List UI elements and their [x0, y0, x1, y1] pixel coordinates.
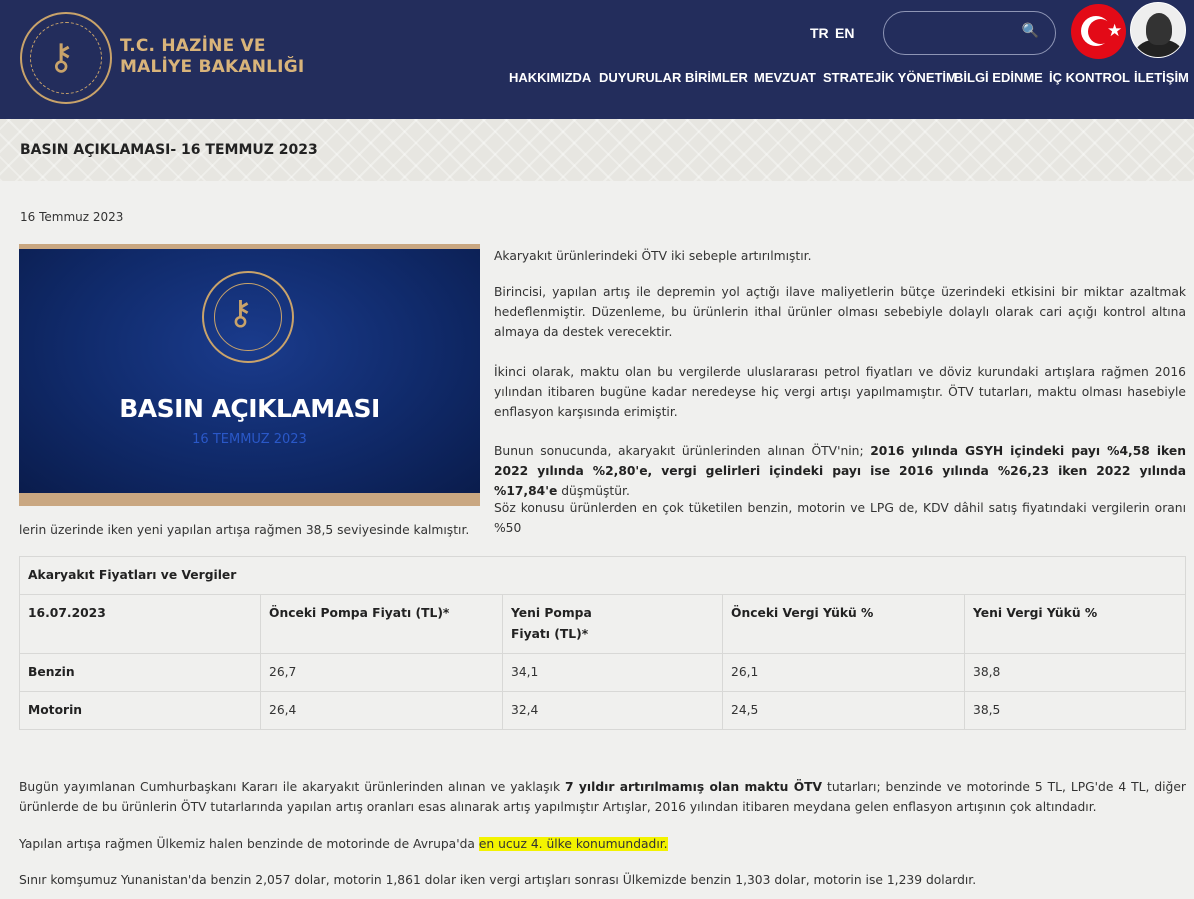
search-icon[interactable]: 🔍	[1022, 23, 1039, 39]
nav-mevzuat[interactable]: MEVZUAT	[754, 70, 816, 85]
publish-date: 16 Temmuz 2023	[20, 210, 124, 224]
table-caption-row: Akaryakıt Fiyatları ve Vergiler	[19, 556, 1186, 595]
p7-text-pre: Yapılan artışa rağmen Ülkemiz halen benz…	[19, 837, 479, 851]
table-cell: 26,7	[260, 653, 503, 692]
nav-bilgi-edinme[interactable]: BİLGİ EDİNME	[954, 70, 1043, 85]
table-header-cell: Önceki Pompa Fiyatı (TL)*	[260, 594, 503, 654]
crossed-keys-icon: ⚷	[48, 37, 75, 78]
press-release-image: ⚷ BASIN AÇIKLAMASI 16 TEMMUZ 2023	[19, 244, 480, 506]
lang-tr-link[interactable]: TR	[810, 25, 829, 41]
paragraph-4: Bunun sonucunda, akaryakıt ürünlerinden …	[494, 441, 1186, 501]
nav-iletisim[interactable]: İLETİŞİM	[1134, 70, 1189, 85]
paragraph-2: Birincisi, yapılan artış ile depremin yo…	[494, 285, 1186, 339]
brand-line-2: MALİYE BAKANLIĞI	[120, 57, 305, 77]
nav-birimler[interactable]: BİRİMLER	[685, 70, 748, 85]
table-header-cell: 16.07.2023	[19, 594, 261, 654]
turkish-flag-icon[interactable]: ★	[1071, 4, 1126, 59]
paragraph-3: İkinci olarak, maktu olan bu vergilerde …	[494, 365, 1186, 419]
ministry-emblem-icon: ⚷	[202, 271, 294, 363]
table-header-cell: Yeni Pompa Fiyatı (TL)*	[502, 594, 723, 654]
table-cell: Motorin	[19, 691, 261, 730]
paragraph-5-line-2: lerin üzerinde iken yeni yapılan artışa …	[19, 523, 470, 537]
press-image-title: BASIN AÇIKLAMASI	[119, 394, 380, 423]
p4-text-pre: Bunun sonucunda, akaryakıt ürünlerinden …	[494, 444, 871, 458]
fuel-prices-table: Akaryakıt Fiyatları ve Vergiler 16.07.20…	[19, 556, 1186, 730]
ministry-logo-icon[interactable]: ⚷	[20, 12, 112, 104]
p6-text-bold: 7 yıldır artırılmamış olan maktu ÖTV	[565, 780, 823, 794]
highlighted-text: en ucuz 4. ülke konumundadır.	[478, 837, 668, 851]
flag-star: ★	[1107, 21, 1123, 41]
title-band: BASIN AÇIKLAMASI- 16 TEMMUZ 2023	[0, 119, 1194, 181]
table-cell: 26,4	[260, 691, 503, 730]
paragraph-6: Bugün yayımlanan Cumhurbaşkanı Kararı il…	[19, 777, 1186, 817]
table-row: Benzin 26,7 34,1 26,1 38,8	[19, 653, 1186, 692]
emblem-keys-icon: ⚷	[228, 293, 253, 333]
paragraph-8: Sınır komşumuz Yunanistan'da benzin 2,05…	[19, 873, 977, 887]
p6-text-pre: Bugün yayımlanan Cumhurbaşkanı Kararı il…	[19, 780, 566, 794]
portrait-face	[1146, 13, 1172, 45]
table-cell: 38,8	[964, 653, 1186, 692]
table-cell: 32,4	[502, 691, 723, 730]
brand-line-1: T.C. HAZİNE VE	[120, 36, 266, 56]
table-header-cell: Önceki Vergi Yükü %	[722, 594, 965, 654]
paragraph-1: Akaryakıt ürünlerindeki ÖTV iki sebeple …	[494, 249, 812, 263]
nav-duyurular[interactable]: DUYURULAR	[599, 70, 681, 85]
press-image-date: 16 TEMMUZ 2023	[192, 432, 307, 447]
table-cell: 34,1	[502, 653, 723, 692]
table-header-cell: Yeni Vergi Yükü %	[964, 594, 1186, 654]
lang-en-link[interactable]: EN	[835, 25, 854, 41]
nav-ic-kontrol[interactable]: İÇ KONTROL	[1049, 70, 1130, 85]
press-image-bg: ⚷ BASIN AÇIKLAMASI 16 TEMMUZ 2023	[19, 249, 480, 493]
table-row: Motorin 26,4 32,4 24,5 38,5	[19, 691, 1186, 730]
site-header: ⚷ T.C. HAZİNE VE MALİYE BAKANLIĞI TR EN …	[0, 0, 1194, 119]
table-header-row: 16.07.2023 Önceki Pompa Fiyatı (TL)* Yen…	[19, 594, 1186, 654]
nav-hakkimizda[interactable]: HAKKIMIZDA	[509, 70, 591, 85]
p4-text-post: düşmüştür.	[557, 484, 630, 498]
search-input[interactable]: 🔍	[883, 11, 1056, 55]
table-cell: 38,5	[964, 691, 1186, 730]
nav-stratejik-yonetim[interactable]: STRATEJİK YÖNETİM	[823, 70, 957, 85]
page-title: BASIN AÇIKLAMASI- 16 TEMMUZ 2023	[20, 142, 318, 158]
table-caption: Akaryakıt Fiyatları ve Vergiler	[19, 556, 1186, 595]
ataturk-portrait-icon[interactable]	[1130, 2, 1186, 58]
table-cell: 24,5	[722, 691, 965, 730]
paragraph-7: Yapılan artışa rağmen Ülkemiz halen benz…	[19, 834, 1186, 854]
table-cell: 26,1	[722, 653, 965, 692]
table-cell: Benzin	[19, 653, 261, 692]
brand-name[interactable]: T.C. HAZİNE VE MALİYE BAKANLIĞI	[120, 36, 304, 78]
